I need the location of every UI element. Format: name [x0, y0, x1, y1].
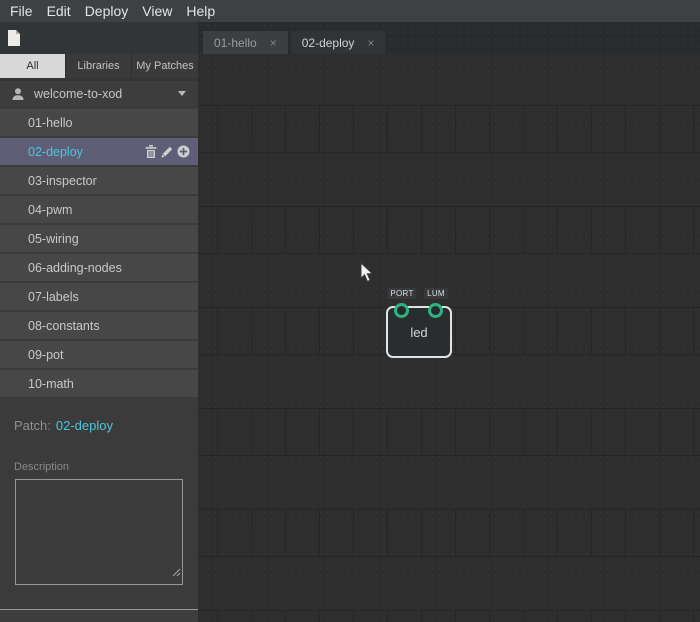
patch-label: 05-wiring: [28, 232, 79, 246]
grid-band: [198, 105, 700, 153]
patch-label: 02-deploy: [28, 145, 83, 159]
description-field-wrap: [15, 479, 183, 585]
editor-tab-bar: 01-hello × 02-deploy ×: [198, 22, 700, 54]
patch-item-09-pot[interactable]: 09-pot: [0, 341, 198, 368]
pin-port[interactable]: [394, 303, 409, 318]
patch-actions: [145, 145, 190, 158]
menu-view[interactable]: View: [135, 0, 179, 22]
patch-details-panel: Patch: 02-deploy Description: [0, 418, 198, 585]
description-label: Description: [14, 461, 198, 473]
person-icon: [11, 87, 25, 101]
patch-item-01-hello[interactable]: 01-hello: [0, 109, 198, 136]
arrow-cursor-icon: [360, 262, 375, 288]
sidebar-toolbar: [0, 22, 198, 54]
close-icon[interactable]: ×: [367, 36, 374, 50]
patch-item-06-adding-nodes[interactable]: 06-adding-nodes: [0, 254, 198, 281]
project-name: welcome-to-xod: [34, 87, 178, 101]
patch-item-10-math[interactable]: 10-math: [0, 370, 198, 397]
patch-info-value: 02-deploy: [56, 418, 113, 433]
patch-label: 07-labels: [28, 290, 79, 304]
grid-band: [198, 610, 700, 622]
patch-item-05-wiring[interactable]: 05-wiring: [0, 225, 198, 252]
menu-deploy[interactable]: Deploy: [78, 0, 136, 22]
menu-file[interactable]: File: [3, 0, 40, 22]
pin-label-lum: LUM: [424, 288, 448, 299]
patch-item-04-pwm[interactable]: 04-pwm: [0, 196, 198, 223]
node-led[interactable]: PORT LUM led: [386, 306, 452, 358]
patch-label: 10-math: [28, 377, 74, 391]
pin-lum[interactable]: [428, 303, 443, 318]
patch-label: 04-pwm: [28, 203, 72, 217]
menu-edit[interactable]: Edit: [40, 0, 78, 22]
sidebar-footer: [0, 609, 198, 622]
tab-label: 01-hello: [214, 36, 257, 50]
sidebar-tab-libraries[interactable]: Libraries: [66, 54, 132, 78]
grid-band: [198, 206, 700, 254]
patch-label: 09-pot: [28, 348, 63, 362]
patch-item-02-deploy[interactable]: 02-deploy: [0, 138, 198, 165]
editor-tab-02-deploy[interactable]: 02-deploy ×: [291, 31, 386, 54]
grid-band: [198, 509, 700, 557]
sidebar-tab-my-patches[interactable]: My Patches: [132, 54, 198, 78]
patch-list: 01-hello 02-deploy: [0, 109, 198, 397]
patch-info-label: Patch:: [14, 418, 51, 433]
node-label: led: [410, 325, 427, 340]
menu-help[interactable]: Help: [179, 0, 222, 22]
new-patch-icon[interactable]: [7, 29, 21, 47]
chevron-down-icon[interactable]: [178, 91, 186, 96]
sidebar-tab-all[interactable]: All: [0, 54, 66, 78]
plus-circle-icon[interactable]: [177, 145, 190, 158]
project-selector[interactable]: welcome-to-xod: [0, 81, 198, 106]
patch-label: 08-constants: [28, 319, 100, 333]
description-input[interactable]: [15, 479, 183, 585]
patch-label: 06-adding-nodes: [28, 261, 122, 275]
patch-item-03-inspector[interactable]: 03-inspector: [0, 167, 198, 194]
patch-canvas[interactable]: PORT LUM led: [198, 54, 700, 622]
patch-item-08-constants[interactable]: 08-constants: [0, 312, 198, 339]
editor-area: 01-hello × 02-deploy × PORT LUM led: [198, 22, 700, 622]
patch-label: 01-hello: [28, 116, 72, 130]
editor-tab-01-hello[interactable]: 01-hello ×: [203, 31, 288, 54]
tab-label: 02-deploy: [302, 36, 355, 50]
trash-icon[interactable]: [145, 145, 157, 158]
close-icon[interactable]: ×: [270, 36, 277, 50]
patch-info: Patch: 02-deploy: [14, 418, 198, 433]
grid-band: [198, 408, 700, 456]
sidebar: All Libraries My Patches welcome-to-xod …: [0, 22, 198, 609]
pencil-icon[interactable]: [161, 145, 173, 158]
patch-item-07-labels[interactable]: 07-labels: [0, 283, 198, 310]
sidebar-tab-strip: All Libraries My Patches: [0, 54, 198, 81]
patch-label: 03-inspector: [28, 174, 97, 188]
pin-label-port: PORT: [387, 288, 416, 299]
menu-bar: File Edit Deploy View Help: [0, 0, 700, 22]
